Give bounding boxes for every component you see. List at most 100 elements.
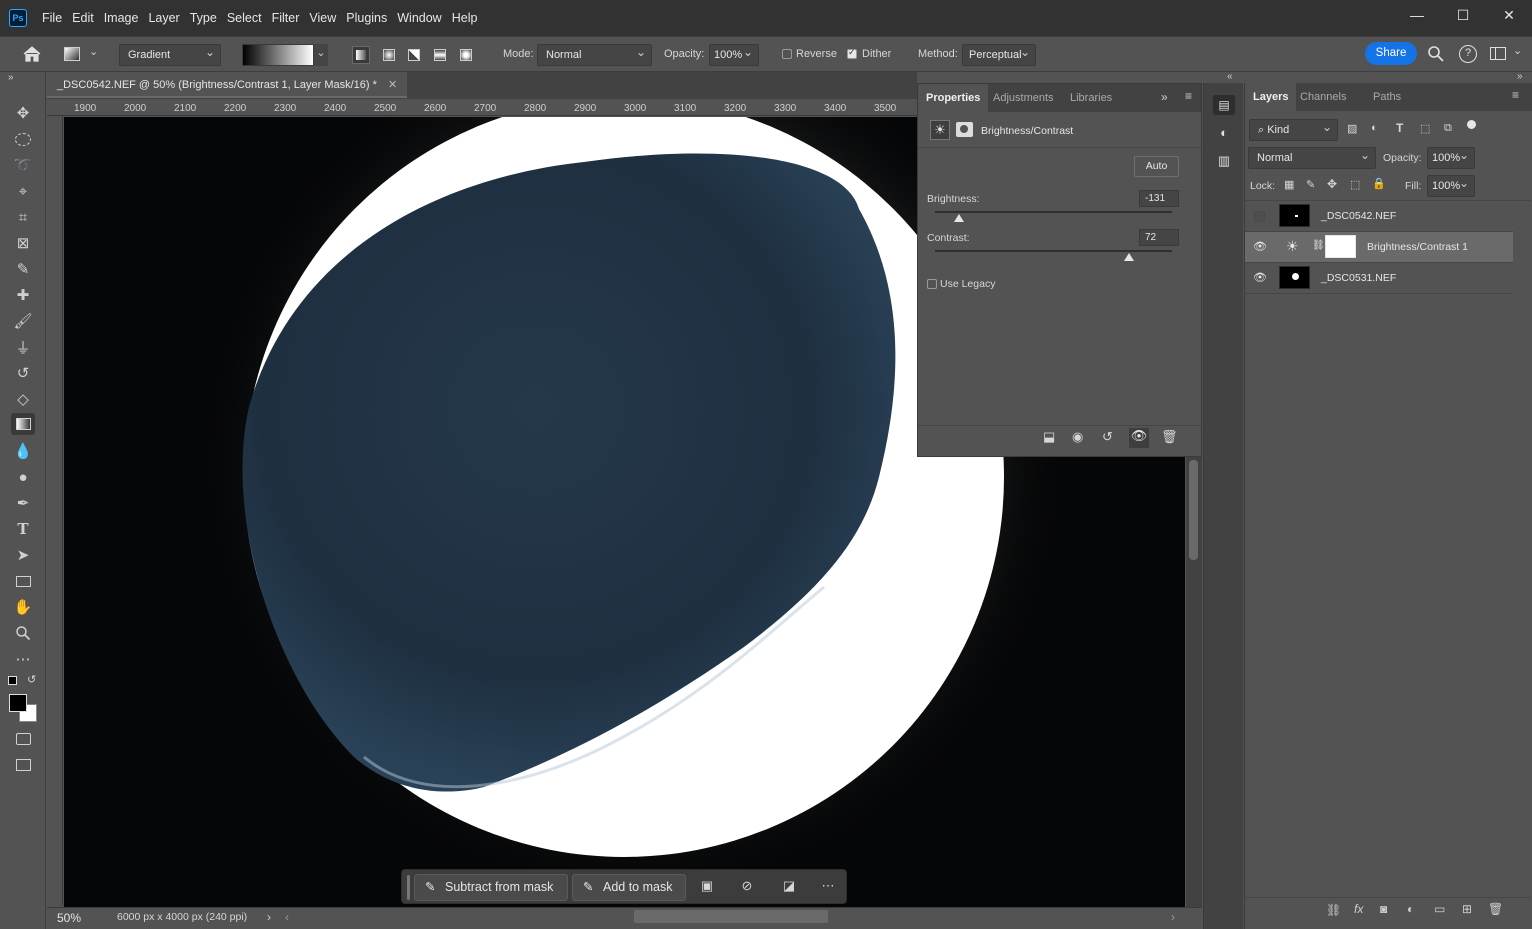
- gradient-picker-chevron-icon[interactable]: ⌄: [314, 44, 328, 66]
- use-legacy-checkbox[interactable]: [927, 279, 937, 289]
- delete-layer-icon[interactable]: 🗑: [1488, 902, 1503, 916]
- quick-selection-tool-icon[interactable]: ⌖: [11, 180, 35, 202]
- menu-window[interactable]: Window: [392, 0, 446, 36]
- filter-toggle-icon[interactable]: [1467, 120, 1476, 129]
- zoom-tool-icon[interactable]: [11, 622, 35, 644]
- libraries-panel-icon[interactable]: ▥: [1213, 151, 1235, 171]
- expand-panel-icon[interactable]: »: [1161, 90, 1168, 104]
- menu-edit[interactable]: Edit: [67, 0, 99, 36]
- menu-filter[interactable]: Filter: [267, 0, 305, 36]
- contrast-value-field[interactable]: 72: [1139, 229, 1179, 246]
- eraser-tool-icon[interactable]: ◇: [11, 388, 35, 410]
- gradient-tool-preset-icon[interactable]: [64, 47, 80, 61]
- new-adjustment-layer-icon[interactable]: ◐: [1407, 902, 1414, 916]
- fill-field[interactable]: 100%: [1427, 173, 1475, 197]
- status-menu-icon[interactable]: ›: [267, 910, 271, 924]
- layers-menu-icon[interactable]: ≡: [1512, 88, 1519, 102]
- lock-position-icon[interactable]: ✥: [1327, 177, 1337, 191]
- menu-plugins[interactable]: Plugins: [341, 0, 392, 36]
- reverse-checkbox[interactable]: [782, 49, 792, 59]
- swap-colors-icon[interactable]: ↺: [27, 673, 36, 686]
- search-icon[interactable]: [1427, 45, 1445, 63]
- delete-adjustment-icon[interactable]: 🗑: [1161, 429, 1178, 445]
- zoom-level[interactable]: 50%: [57, 911, 81, 925]
- layer-style-icon[interactable]: fx: [1354, 902, 1363, 916]
- invert-mask-icon[interactable]: ◪: [779, 878, 799, 896]
- linear-gradient-icon[interactable]: [352, 46, 370, 64]
- adjustments-panel-icon[interactable]: ◐: [1213, 123, 1235, 143]
- toggle-visibility-icon[interactable]: 👁: [1129, 428, 1149, 448]
- filter-shape-icon[interactable]: ⬚: [1420, 122, 1430, 135]
- eye-icon[interactable]: 👁: [1253, 240, 1267, 253]
- contrast-slider-thumb[interactable]: [1124, 253, 1135, 261]
- brightness-slider-track[interactable]: [935, 211, 1172, 213]
- add-mask-icon[interactable]: ◙: [1380, 902, 1387, 916]
- collapse-right-panels-icon[interactable]: »: [1517, 71, 1523, 82]
- mode-dropdown[interactable]: Normal: [537, 42, 652, 66]
- layer-opacity-field[interactable]: 100%: [1427, 145, 1475, 169]
- blend-mode-dropdown[interactable]: Normal: [1248, 145, 1376, 169]
- filter-pixel-icon[interactable]: ▨: [1347, 122, 1357, 135]
- menu-select[interactable]: Select: [222, 0, 267, 36]
- foreground-color-swatch[interactable]: [9, 694, 27, 712]
- auto-button[interactable]: Auto: [1134, 156, 1179, 177]
- preset-dropdown[interactable]: Gradient: [119, 42, 221, 66]
- angle-gradient-icon[interactable]: [405, 46, 423, 64]
- eyedropper-tool-icon[interactable]: ✎: [11, 258, 35, 280]
- tab-adjustments[interactable]: Adjustments: [985, 84, 1062, 112]
- path-selection-tool-icon[interactable]: ➤: [11, 544, 35, 566]
- brush-tool-icon[interactable]: 🖌: [11, 310, 35, 332]
- brightness-slider-thumb[interactable]: [953, 214, 964, 222]
- layer-row[interactable]: 👁 _DSC0531.NEF: [1245, 263, 1513, 294]
- elliptical-marquee-tool-icon[interactable]: [11, 128, 35, 150]
- lock-transparent-icon[interactable]: ▦: [1284, 178, 1294, 191]
- menu-type[interactable]: Type: [185, 0, 222, 36]
- tab-libraries[interactable]: Libraries: [1062, 84, 1120, 112]
- link-layers-icon[interactable]: ⛓: [1326, 903, 1341, 917]
- chevron-down-icon[interactable]: ⌄: [89, 45, 98, 58]
- layer-row[interactable]: _DSC0542.NEF: [1245, 201, 1513, 232]
- horizontal-scrollbar-thumb[interactable]: [634, 910, 828, 923]
- pen-tool-icon[interactable]: ✒: [11, 492, 35, 514]
- menu-help[interactable]: Help: [447, 0, 483, 36]
- tab-properties[interactable]: Properties: [918, 84, 989, 112]
- type-tool-icon[interactable]: T: [11, 518, 35, 540]
- more-tools-icon[interactable]: ⋯: [11, 648, 35, 670]
- opacity-field[interactable]: 100%: [709, 42, 759, 66]
- menu-file[interactable]: File: [37, 0, 67, 36]
- visibility-toggle-off[interactable]: [1254, 211, 1265, 222]
- contrast-slider-track[interactable]: [935, 250, 1172, 252]
- filter-type-icon[interactable]: T: [1396, 121, 1403, 135]
- subtract-from-mask-button[interactable]: ✎ Subtract from mask: [414, 874, 568, 901]
- reflected-gradient-icon[interactable]: [431, 46, 449, 64]
- properties-panel-icon[interactable]: ▤: [1213, 95, 1235, 115]
- hand-tool-icon[interactable]: ✋: [11, 596, 35, 618]
- reset-icon[interactable]: ↺: [1102, 429, 1113, 445]
- move-tool-icon[interactable]: ✥: [11, 102, 35, 124]
- new-layer-icon[interactable]: ⊞: [1462, 902, 1472, 916]
- document-tab[interactable]: _DSC0542.NEF @ 50% (Brightness/Contrast …: [47, 72, 407, 98]
- scroll-left-icon[interactable]: ‹: [285, 910, 289, 924]
- gradient-picker[interactable]: [242, 44, 314, 66]
- crop-tool-icon[interactable]: ⌗: [11, 206, 35, 228]
- close-document-icon[interactable]: ✕: [388, 79, 397, 91]
- panel-menu-icon[interactable]: ≡: [1185, 89, 1192, 103]
- gradient-tool-icon[interactable]: [11, 413, 35, 435]
- healing-brush-tool-icon[interactable]: ✚: [11, 284, 35, 306]
- collapse-strip-icon[interactable]: «: [1227, 71, 1233, 82]
- quick-mask-icon[interactable]: [11, 728, 35, 750]
- tab-paths[interactable]: Paths: [1365, 83, 1409, 111]
- history-brush-tool-icon[interactable]: ↺: [11, 362, 35, 384]
- new-group-icon[interactable]: ▭: [1434, 902, 1445, 916]
- more-options-icon[interactable]: ⋯: [818, 878, 838, 896]
- add-to-mask-button[interactable]: ✎ Add to mask: [572, 874, 686, 901]
- tab-layers[interactable]: Layers: [1245, 83, 1297, 111]
- clip-to-layer-icon[interactable]: ⬓: [1043, 429, 1055, 445]
- filter-smart-object-icon[interactable]: ⧉: [1444, 122, 1452, 135]
- mask-options-icon[interactable]: ▣: [697, 878, 717, 896]
- workspace-icon[interactable]: [1490, 47, 1506, 60]
- screen-mode-icon[interactable]: [11, 754, 35, 776]
- lock-artboard-icon[interactable]: ⬚: [1350, 178, 1360, 191]
- vertical-scrollbar-thumb[interactable]: [1189, 460, 1198, 560]
- clone-stamp-tool-icon[interactable]: ⏚: [11, 336, 35, 358]
